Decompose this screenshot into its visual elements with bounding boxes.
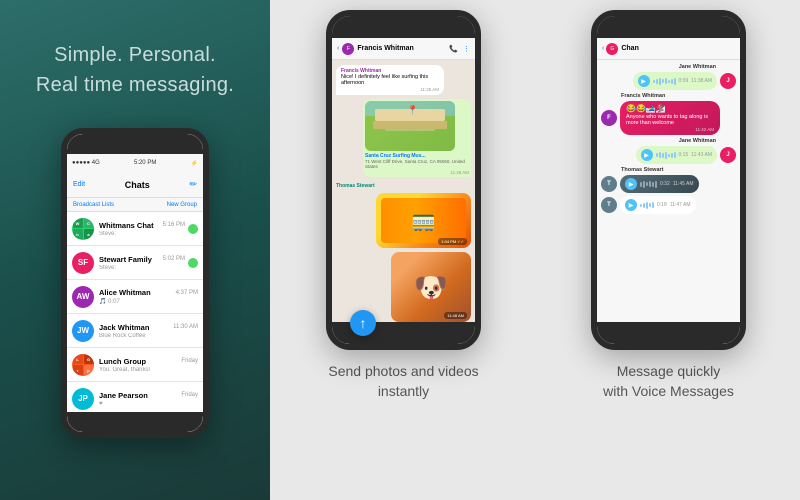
chat-info: Alice Friday: [99, 428, 198, 433]
chat-info: Whitmans Chat 5:16 PM Steve:: [99, 221, 185, 237]
group-avatar: G: [606, 43, 618, 55]
voice-msg-francis: Francis Whitman F 😂😂🎿🏂 Anyone who wants …: [601, 93, 736, 135]
phone-mockup-middle: ‹ F Francis Whitman 📞 ⋮ Francis Whitman …: [326, 10, 481, 350]
list-item[interactable]: JW Jack Whitman 11:30 AM Blue Rock Coffe…: [67, 314, 203, 348]
avatar: W C h a: [72, 218, 94, 240]
unread-badge: [188, 224, 198, 234]
list-item[interactable]: W C h a Whitmans Chat 5:16 PM Steve:: [67, 212, 203, 246]
chat-header: ‹ F Francis Whitman 📞 ⋮: [332, 38, 475, 60]
nav-bar: Edit Chats ✏: [67, 172, 203, 198]
voice-screen: ‹ G Chan Jane Whitman J ▶: [597, 38, 740, 350]
contact-avatar: F: [342, 43, 354, 55]
avatar: AW: [72, 286, 94, 308]
voice-header: ‹ G Chan: [597, 38, 740, 60]
map-bubble: 📍 Santa Cruz Surfing Mus... 71 West Clif…: [363, 99, 471, 177]
waveform: [640, 180, 657, 188]
chat-info: Jack Whitman 11:30 AM Blue Rock Coffee: [99, 323, 198, 339]
message-bubble: Francis Whitman Nice! I definitely feel …: [336, 65, 444, 95]
voice-msg-jane-1: Jane Whitman J ▶: [601, 64, 736, 90]
chat-input-bar: 📷 🎤: [332, 344, 475, 350]
chat-info: Lunch Group Friday You: Great, thanks!: [99, 357, 198, 373]
avatar: T: [601, 197, 617, 213]
avatar: T: [601, 176, 617, 192]
avatar: F: [601, 110, 617, 126]
waveform: [640, 201, 654, 209]
tagline: Simple. Personal. Real time messaging.: [36, 40, 234, 100]
avatar: JP: [72, 388, 94, 410]
recording-bar: 🎤 0:03 slide to cancel 🎤: [597, 348, 740, 350]
voice-msg-jane-2: Jane Whitman J ▶: [601, 138, 736, 164]
phone-mockup-left: ●●●●● 4G 5:20 PM ⚡ Edit Chats ✏ Broadcas…: [61, 128, 209, 438]
image-bubble-dog: 🐶 11:48 AM: [391, 252, 471, 322]
right-panel: ‹ G Chan Jane Whitman J ▶: [537, 0, 800, 500]
avatar: SF: [72, 252, 94, 274]
chat-info: Alice Whitman 4:37 PM 🎵 0:07: [99, 288, 198, 305]
messages-area: Francis Whitman Nice! I definitely feel …: [332, 60, 475, 344]
left-panel: Simple. Personal. Real time messaging. ●…: [0, 0, 270, 500]
list-item[interactable]: JP Jane Pearson Friday ♥: [67, 382, 203, 416]
avatar: L G r p: [72, 354, 94, 376]
voice-messages-area: Jane Whitman J ▶: [597, 60, 740, 348]
voice-msg-thomas-1: Thomas Stewart T ▶: [601, 167, 736, 193]
sub-bar: Broadcast Lists New Group: [67, 198, 203, 212]
play-button[interactable]: ▶: [625, 178, 637, 190]
avatar: A: [72, 422, 94, 433]
image-bubble-tram: 🚃 1:04 PM ✓✓: [376, 193, 471, 248]
list-item[interactable]: AW Alice Whitman 4:37 PM 🎵 0:07: [67, 280, 203, 314]
status-bar: ●●●●● 4G 5:20 PM ⚡: [67, 154, 203, 172]
waveform: [653, 77, 676, 85]
unread-badge: [188, 258, 198, 268]
phone-mockup-right: ‹ G Chan Jane Whitman J ▶: [591, 10, 746, 350]
list-item[interactable]: A Alice Friday: [67, 416, 203, 432]
fab-upload-button[interactable]: ↑: [350, 310, 376, 336]
message-input[interactable]: [351, 350, 455, 351]
chat-list: W C h a Whitmans Chat 5:16 PM Steve:: [67, 212, 203, 432]
chat-info: Stewart Family 5:02 PM Steve:: [99, 255, 185, 271]
avatar: J: [720, 147, 736, 163]
middle-caption: Send photos and videos instantly: [328, 362, 478, 401]
chat-info: Jane Pearson Friday ♥: [99, 391, 198, 407]
list-item[interactable]: L G r p Lunch Group Friday You: Great, t…: [67, 348, 203, 382]
play-button[interactable]: ▶: [638, 75, 650, 87]
play-button[interactable]: ▶: [641, 149, 653, 161]
avatar: J: [720, 73, 736, 89]
list-item[interactable]: SF Stewart Family 5:02 PM Steve:: [67, 246, 203, 280]
waveform: [656, 151, 676, 159]
avatar: JW: [72, 320, 94, 342]
middle-panel: ‹ F Francis Whitman 📞 ⋮ Francis Whitman …: [270, 0, 537, 500]
right-caption: Message quickly with Voice Messages: [603, 362, 734, 401]
play-button[interactable]: ▶: [625, 199, 637, 211]
voice-msg-thomas-2: T ▶ 0:18 11:47 AM: [601, 196, 736, 214]
